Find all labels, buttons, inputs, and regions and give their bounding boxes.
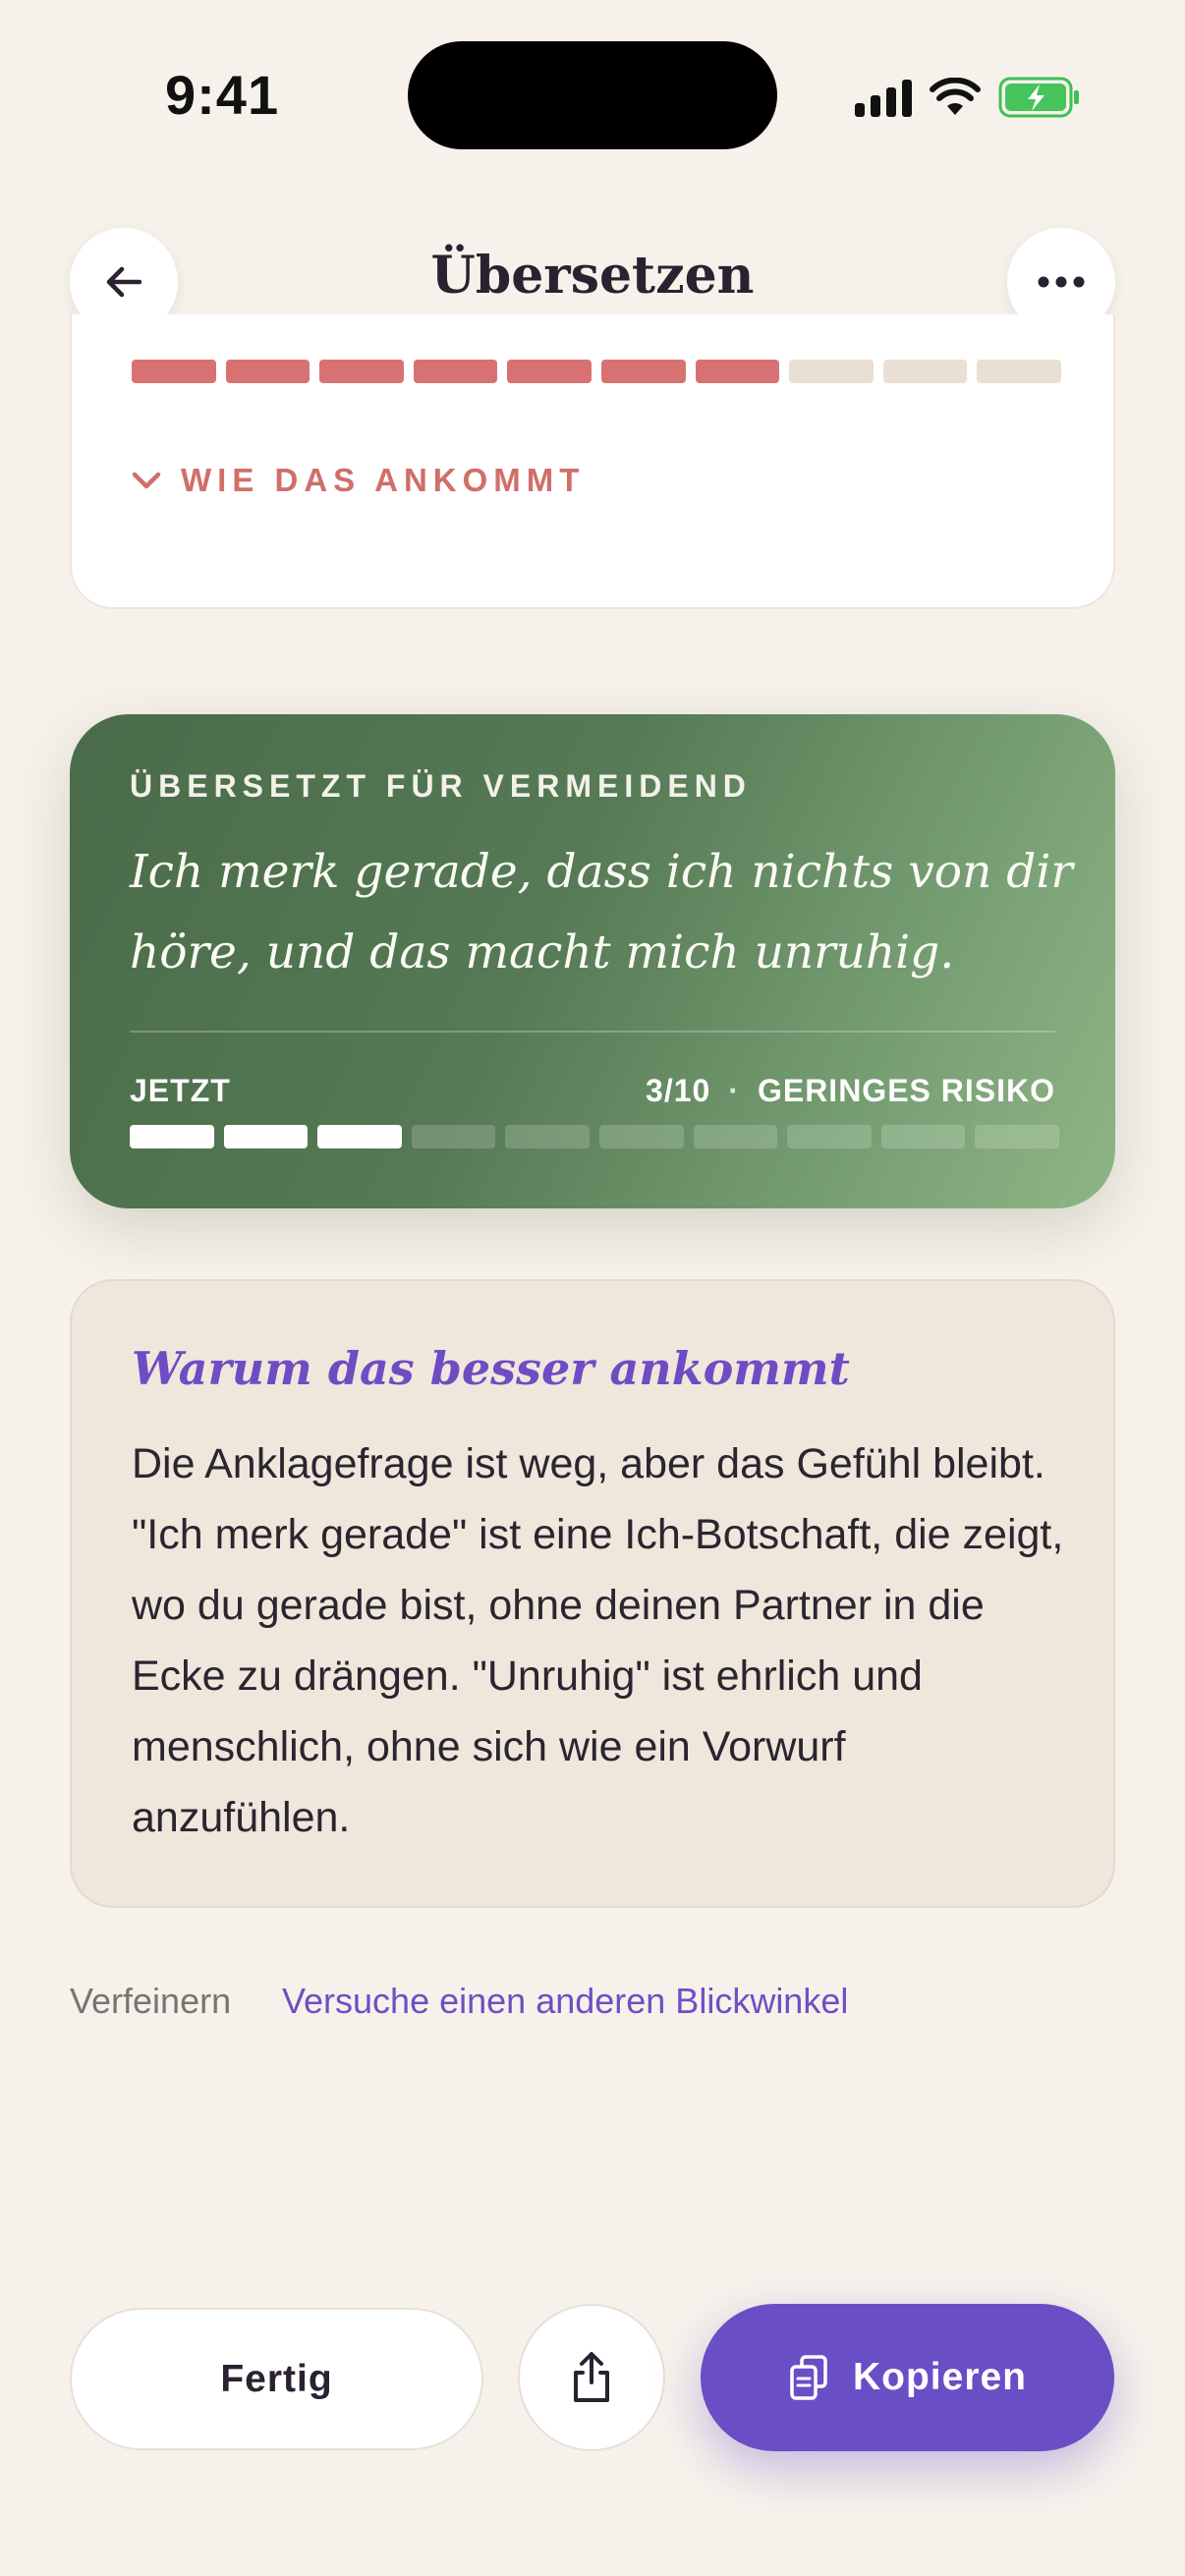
translated-risk-meter (130, 1125, 1059, 1148)
status-time: 9:41 (165, 64, 280, 126)
meter-segment (977, 360, 1061, 383)
dynamic-island (408, 41, 777, 149)
risk-score: 3/10 (646, 1073, 711, 1108)
more-dots-icon (1038, 276, 1085, 288)
meter-segment (505, 1125, 590, 1148)
meter-segment (789, 360, 874, 383)
meter-segment (225, 360, 310, 383)
share-icon (574, 2352, 609, 2402)
original-message-card: WIE DAS ANKOMMT (70, 314, 1115, 609)
chevron-down-icon (132, 472, 161, 489)
status-bar: 9:41 (0, 0, 1185, 187)
wifi-icon (930, 78, 981, 115)
meter-segment (132, 360, 216, 383)
how-it-lands-toggle[interactable]: WIE DAS ANKOMMT (132, 462, 585, 499)
translated-text[interactable]: Ich merk gerade, dass ich nichts von dir… (130, 832, 1073, 993)
done-button[interactable]: Fertig (70, 2308, 483, 2450)
how-it-lands-label: WIE DAS ANKOMMT (181, 462, 586, 498)
meter-segment (600, 360, 686, 383)
explanation-title: Warum das besser ankommt (132, 1342, 850, 1395)
meter-segment (975, 1125, 1059, 1148)
translated-message-card: ÜBERSETZT FÜR VERMEIDEND Ich merk gerade… (70, 714, 1115, 1208)
explanation-body: Die Anklagefrage ist weg, aber das Gefüh… (132, 1440, 1064, 1841)
now-label: JETZT (130, 1073, 231, 1108)
separator-dot: · (728, 1073, 740, 1108)
meter-segment (319, 360, 404, 383)
battery-icon (998, 77, 1079, 118)
explanation-card: Warum das besser ankommt Die Anklagefrag… (70, 1279, 1115, 1908)
status-icons (855, 75, 1081, 120)
risk-level: GERINGES RISIKO (757, 1073, 1055, 1108)
meter-segment (598, 1125, 684, 1148)
refine-label: Verfeinern (70, 1981, 232, 2021)
meter-segment (693, 1125, 778, 1148)
meter-segment (695, 360, 780, 383)
meter-segment (880, 1125, 966, 1148)
copy-label: Kopieren (852, 2356, 1028, 2398)
meter-segment (413, 360, 498, 383)
meter-segment (787, 1125, 872, 1148)
translated-for-label: ÜBERSETZT FÜR VERMEIDEND (130, 768, 752, 804)
risk-summary: 3/10 · GERINGES RISIKO (646, 1073, 1055, 1109)
original-risk-meter (132, 360, 1061, 383)
divider (130, 1031, 1055, 1033)
try-another-angle-link[interactable]: Versuche einen anderen Blickwinkel (282, 1981, 848, 2022)
meter-segment (411, 1125, 496, 1148)
meter-segment (317, 1125, 402, 1148)
meter-segment (223, 1125, 309, 1148)
copy-icon (790, 2355, 827, 2400)
signal-icon (855, 78, 912, 117)
meter-segment (882, 360, 968, 383)
copy-button[interactable]: Kopieren (701, 2304, 1114, 2451)
meter-segment (507, 360, 592, 383)
meter-segment (130, 1125, 214, 1148)
share-button[interactable] (518, 2304, 665, 2451)
